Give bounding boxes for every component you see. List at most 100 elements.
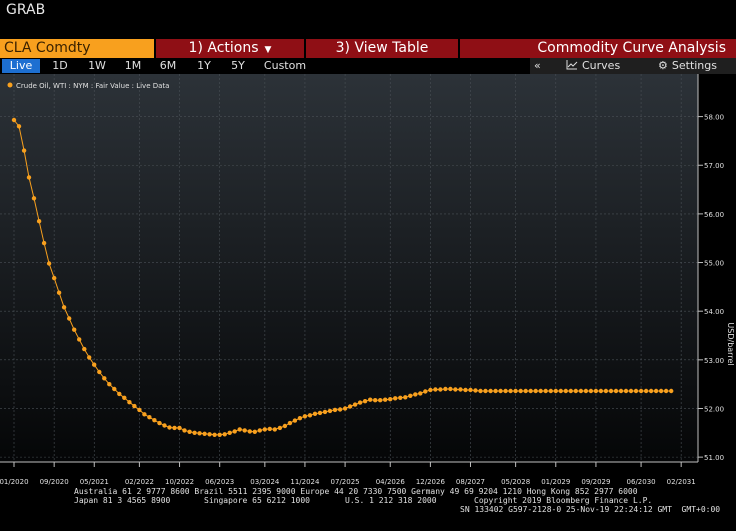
- y-axis-label: USD/barrel: [726, 322, 735, 365]
- data-point: [357, 400, 363, 405]
- data-point: [433, 387, 438, 392]
- data-point: [378, 398, 383, 403]
- data-point: [302, 414, 308, 419]
- legend-marker: [7, 82, 13, 88]
- footer-session-info: SN 133402 G597-2128-0 25-Nov-19 22:24:12…: [460, 505, 721, 514]
- data-point: [77, 337, 82, 342]
- data-point: [287, 420, 293, 426]
- data-point: [523, 388, 528, 394]
- data-point: [187, 429, 192, 434]
- footer-contacts-line1: Australia 61 2 9777 8600 Brazil 5511 239…: [74, 487, 638, 496]
- y-tick-label: 57.00: [704, 162, 724, 170]
- view-table-button[interactable]: 3) View Table: [306, 39, 458, 58]
- data-point: [568, 388, 573, 394]
- range-6m-button[interactable]: 6M: [153, 59, 183, 73]
- data-point: [272, 427, 277, 432]
- data-point: [292, 418, 298, 423]
- data-point: [373, 398, 378, 403]
- data-point: [342, 406, 348, 411]
- data-point: [87, 355, 92, 360]
- actions-menu-button[interactable]: 1) Actions ▼: [156, 39, 304, 58]
- ticker-input[interactable]: CLA Comdty: [0, 39, 154, 58]
- curves-button[interactable]: Curves: [566, 58, 620, 74]
- x-tick-label: 08/2027: [456, 478, 485, 486]
- x-tick-label: 09/2029: [581, 478, 610, 486]
- range-1y-button[interactable]: 1Y: [189, 59, 219, 73]
- legend-label: Crude Oil, WTI : NYM : Fair Value : Live…: [16, 82, 169, 90]
- settings-label: Settings: [671, 59, 717, 72]
- data-point: [36, 219, 42, 224]
- data-point: [628, 388, 634, 394]
- data-point: [217, 432, 222, 437]
- data-point: [242, 428, 247, 433]
- data-point: [297, 416, 303, 421]
- data-point: [112, 386, 117, 392]
- data-point: [473, 388, 478, 393]
- data-point: [463, 387, 468, 393]
- range-custom-button[interactable]: Custom: [258, 59, 312, 73]
- data-point: [56, 290, 62, 295]
- data-point: [247, 429, 252, 434]
- data-point: [503, 388, 508, 394]
- data-point: [528, 388, 533, 394]
- data-point: [393, 396, 398, 401]
- y-tick-label: 58.00: [704, 114, 724, 122]
- y-axis: 51.00 52.00 53.00 54.00 55.00 56.00 57.00 58.00: [698, 114, 724, 462]
- x-tick-label: 02/2031: [667, 478, 696, 486]
- x-tick-label: 03/2024: [250, 478, 280, 486]
- data-point: [598, 388, 604, 394]
- chart-line-icon: [566, 60, 578, 70]
- toolbar: CLA Comdty 1) Actions ▼ 3) View Table Com…: [0, 39, 736, 58]
- data-point: [608, 388, 614, 394]
- data-point: [262, 427, 267, 432]
- data-point: [413, 392, 418, 397]
- data-point: [352, 402, 358, 407]
- footer-contacts-japan: Japan 81 3 4565 8900: [74, 496, 171, 505]
- x-tick-label: 04/2026: [376, 478, 406, 486]
- data-point: [207, 432, 212, 437]
- footer: Australia 61 2 9777 8600 Brazil 5511 239…: [0, 486, 736, 531]
- data-point: [212, 432, 217, 437]
- data-point: [623, 388, 629, 394]
- data-point: [368, 397, 373, 402]
- analysis-title: Commodity Curve Analysis: [460, 39, 736, 58]
- y-tick-label: 55.00: [704, 260, 724, 268]
- data-point: [177, 425, 182, 431]
- range-live-button[interactable]: Live: [2, 59, 40, 73]
- range-5y-button[interactable]: 5Y: [223, 59, 253, 73]
- data-point: [182, 428, 187, 433]
- range-1w-button[interactable]: 1W: [82, 59, 112, 73]
- collapse-button[interactable]: «: [534, 58, 541, 74]
- data-point: [152, 418, 157, 423]
- y-tick-label: 54.00: [704, 308, 724, 316]
- data-point: [593, 388, 599, 394]
- data-point: [202, 431, 207, 436]
- data-point: [458, 387, 463, 392]
- range-1m-button[interactable]: 1M: [118, 59, 148, 73]
- data-point: [418, 391, 423, 396]
- range-1d-button[interactable]: 1D: [46, 59, 74, 73]
- data-point: [222, 432, 227, 437]
- data-point: [508, 388, 513, 394]
- x-tick-label: 06/2030: [627, 478, 656, 486]
- data-point: [102, 376, 107, 381]
- data-point: [663, 388, 669, 394]
- data-point: [122, 395, 127, 400]
- data-point: [548, 388, 553, 394]
- data-point: [282, 423, 288, 429]
- y-tick-label: 56.00: [704, 211, 724, 219]
- settings-button[interactable]: ⚙ Settings: [658, 58, 717, 74]
- data-point: [658, 388, 664, 394]
- legend: Crude Oil, WTI : NYM : Fair Value : Live…: [7, 82, 169, 90]
- data-point: [327, 408, 333, 414]
- x-axis: 01/2020 09/2020 05/2021 02/2022 10/2022 06/20…: [0, 462, 696, 486]
- data-point: [443, 386, 448, 392]
- x-tick-label: 05/2021: [80, 478, 109, 486]
- data-point: [337, 407, 343, 412]
- data-point: [157, 420, 162, 426]
- x-tick-label: 11/2024: [290, 478, 320, 486]
- data-point: [332, 407, 338, 413]
- data-point: [553, 388, 558, 394]
- data-point: [31, 196, 37, 201]
- curves-label: Curves: [582, 59, 621, 72]
